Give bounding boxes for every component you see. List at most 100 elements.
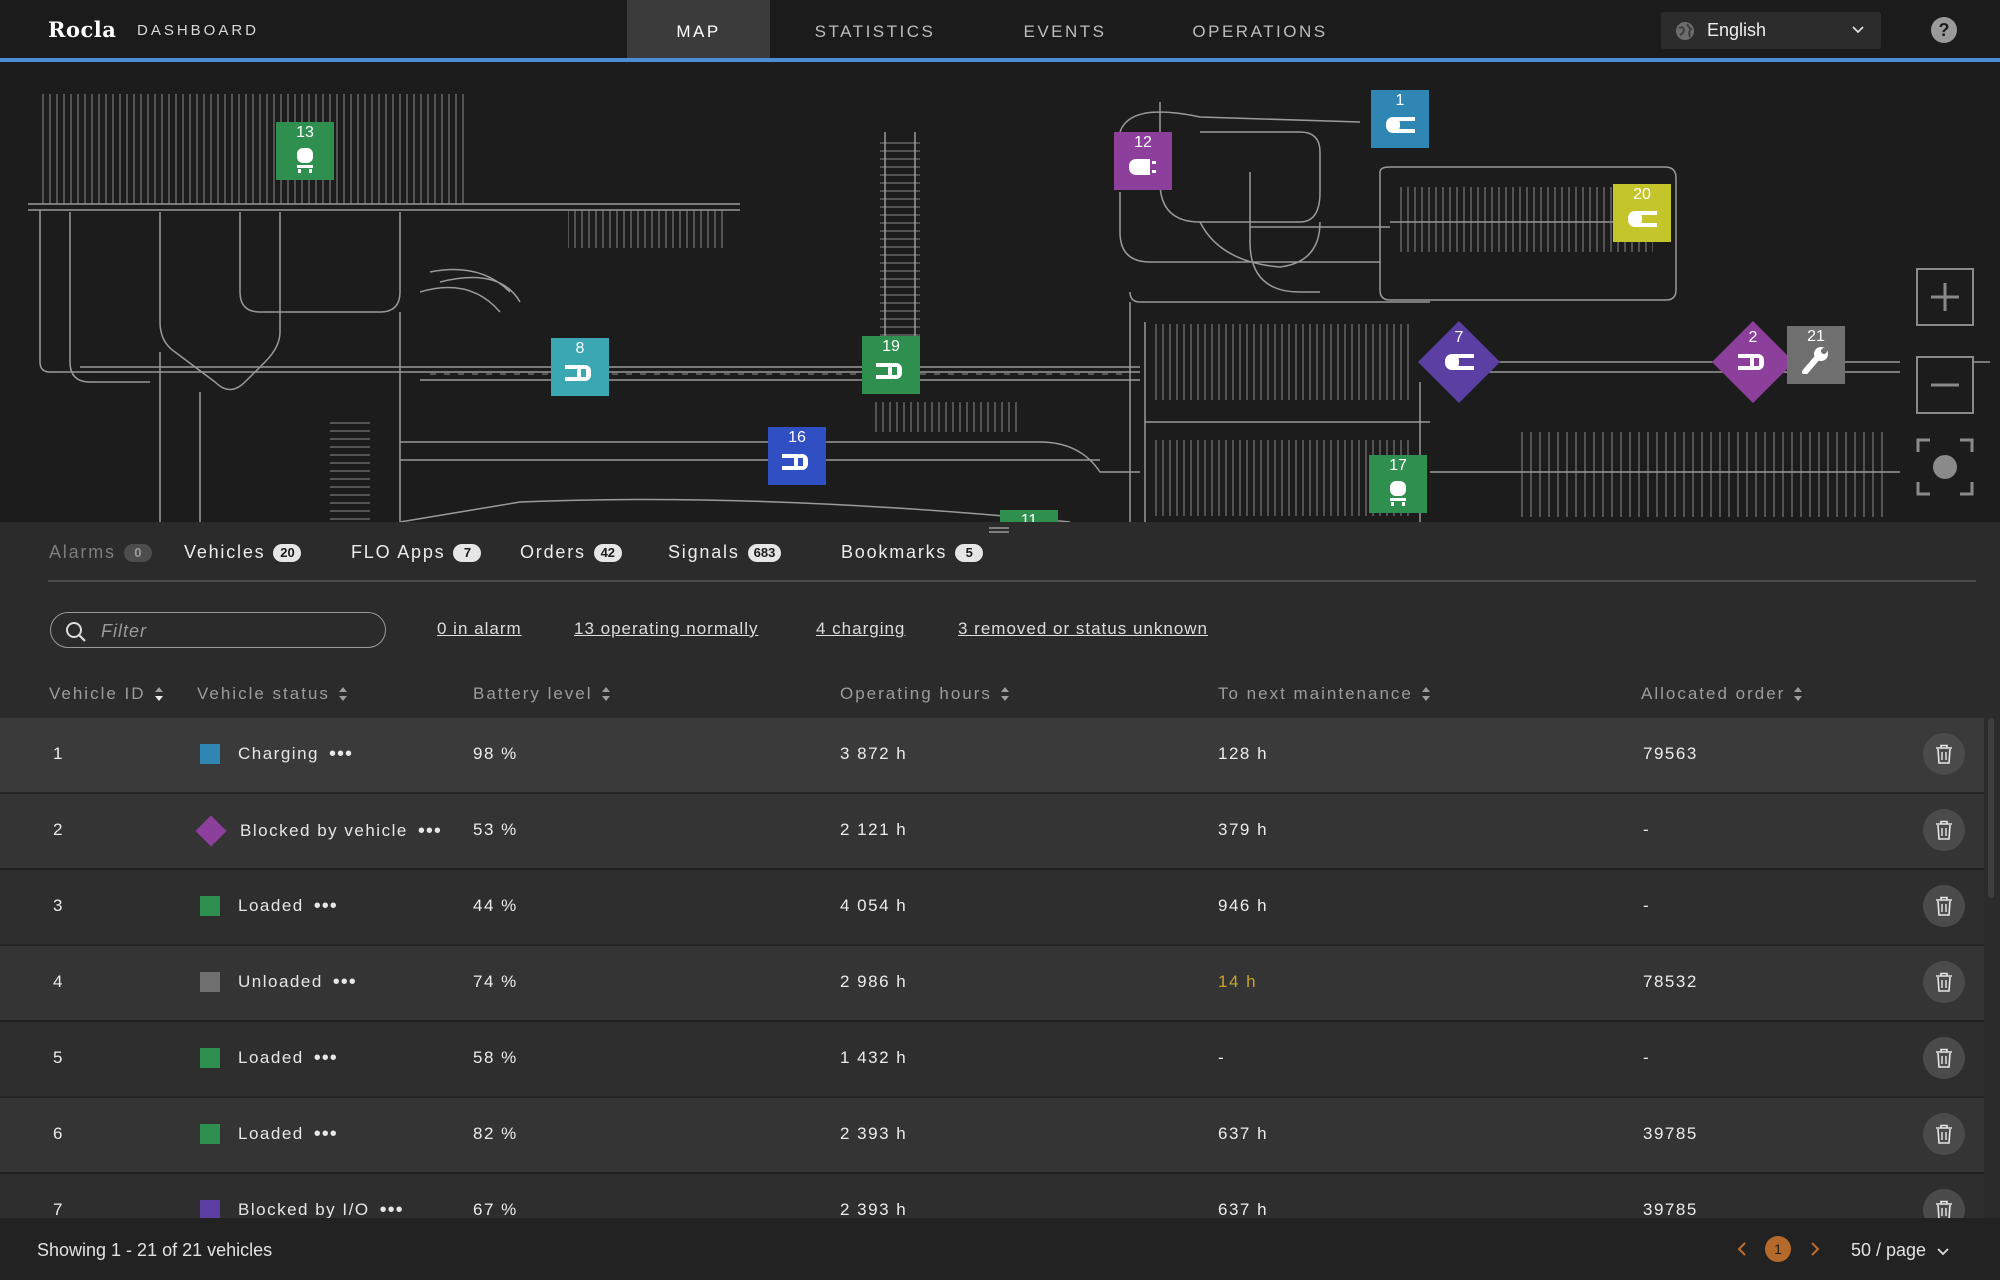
header-battery-level[interactable]: Battery level — [473, 684, 611, 704]
header-label: Vehicle status — [197, 684, 330, 703]
cell-allocated-order: 39785 — [1643, 1124, 1698, 1143]
map-vehicle-1[interactable]: 1 — [1371, 90, 1429, 148]
status-swatch — [200, 1048, 220, 1068]
table-row[interactable]: 6 Loaded ••• 82 % 2 393 h 637 h 39785 — [0, 1098, 1984, 1174]
chevron-right-icon[interactable] — [1809, 1241, 1821, 1257]
tab-map[interactable]: MAP — [627, 0, 770, 58]
tab-alarms[interactable]: Alarms 0 — [49, 542, 152, 563]
help-button[interactable]: ? — [1931, 17, 1957, 43]
cell-next-maintenance: - — [1218, 1048, 1226, 1067]
rocla-logo[interactable]: Rocla — [48, 17, 116, 42]
cell-vehicle-status: Charging ••• — [200, 744, 353, 764]
table-row[interactable]: 4 Unloaded ••• 74 % 2 986 h 14 h 78532 — [0, 946, 1984, 1022]
tab-operations[interactable]: OPERATIONS — [1150, 0, 1370, 58]
zoom-in-button[interactable] — [1916, 268, 1974, 326]
vehicle-number: 8 — [575, 340, 585, 357]
delete-button[interactable] — [1923, 961, 1965, 1003]
status-label: Loaded — [238, 1124, 304, 1143]
map-vehicle-16[interactable]: 16 — [768, 427, 826, 485]
map-vehicle-13[interactable]: 13 — [276, 122, 334, 180]
status-swatch — [200, 1200, 220, 1220]
more-dots-icon[interactable]: ••• — [333, 972, 357, 992]
cell-next-maintenance: 637 h — [1218, 1124, 1269, 1143]
table-row[interactable]: 5 Loaded ••• 58 % 1 432 h - - — [0, 1022, 1984, 1098]
tab-statistics[interactable]: STATISTICS — [770, 0, 980, 58]
cell-operating-hours: 2 121 h — [840, 820, 908, 839]
tab-orders[interactable]: Orders 42 — [520, 542, 622, 563]
more-dots-icon[interactable]: ••• — [314, 896, 338, 916]
more-dots-icon[interactable]: ••• — [314, 1124, 338, 1144]
globe-icon — [1676, 21, 1694, 40]
map-vehicle-11[interactable]: 11 — [1000, 510, 1058, 522]
map-vehicle-7[interactable]: 7 — [1430, 329, 1488, 391]
cell-battery-level: 67 % — [473, 1200, 518, 1219]
table-row[interactable]: 3 Loaded ••• 44 % 4 054 h 946 h - — [0, 870, 1984, 946]
more-dots-icon[interactable]: ••• — [314, 1048, 338, 1068]
count-badge: 5 — [955, 543, 984, 562]
table-row[interactable]: 7 Blocked by I/O ••• 67 % 2 393 h 637 h 39785 — [0, 1174, 1984, 1220]
more-dots-icon[interactable]: ••• — [380, 1200, 404, 1220]
delete-button[interactable] — [1923, 733, 1965, 775]
tab-signals[interactable]: Signals 683 — [668, 542, 782, 563]
vehicle-number: 2 — [1748, 329, 1758, 346]
header-vehicle-id[interactable]: Vehicle ID — [49, 684, 164, 704]
zoom-out-button[interactable] — [1916, 356, 1974, 414]
per-page-label: 50 / page — [1851, 1240, 1927, 1260]
vehicle-left-icon — [1628, 211, 1657, 227]
cell-battery-level: 53 % — [473, 820, 518, 839]
map-vehicle-2[interactable]: 2 — [1724, 329, 1782, 391]
filter-link-operating[interactable]: 13 operating normally — [574, 619, 758, 639]
vehicle-number: 1 — [1395, 92, 1405, 109]
map-vehicle-19[interactable]: 19 — [862, 336, 920, 394]
tab-vehicles[interactable]: Vehicles 20 — [184, 542, 302, 563]
map-vehicle-21[interactable]: 21 — [1787, 326, 1845, 384]
header-vehicle-status[interactable]: Vehicle status — [197, 684, 348, 704]
more-dots-icon[interactable]: ••• — [418, 821, 442, 841]
cell-vehicle-id: 6 — [53, 1124, 64, 1143]
status-label: Unloaded — [238, 972, 323, 991]
cell-battery-level: 44 % — [473, 896, 518, 915]
filter-input[interactable] — [99, 619, 373, 643]
locate-icon — [1916, 438, 1974, 496]
more-dots-icon[interactable]: ••• — [329, 744, 353, 764]
language-select[interactable]: English — [1661, 12, 1881, 49]
map-vehicle-8[interactable]: 8 — [551, 338, 609, 396]
cell-allocated-order: - — [1643, 896, 1651, 915]
filter-field[interactable] — [50, 612, 386, 648]
tab-bookmarks[interactable]: Bookmarks 5 — [841, 542, 984, 563]
header-allocated-order[interactable]: Allocated order — [1641, 684, 1803, 704]
locate-button[interactable] — [1916, 438, 1974, 496]
header-next-maintenance[interactable]: To next maintenance — [1218, 684, 1431, 704]
header-label: Operating hours — [840, 684, 992, 703]
filter-link-charging[interactable]: 4 charging — [816, 619, 905, 639]
filter-link-removed[interactable]: 3 removed or status unknown — [958, 619, 1208, 639]
delete-button[interactable] — [1923, 809, 1965, 851]
cell-allocated-order: - — [1643, 820, 1651, 839]
cell-vehicle-id: 2 — [53, 820, 64, 839]
sort-icon — [1000, 687, 1009, 701]
map-vehicle-20[interactable]: 20 — [1613, 184, 1671, 242]
chevron-left-icon[interactable] — [1736, 1241, 1748, 1257]
page-button-current[interactable]: 1 — [1765, 1236, 1791, 1262]
facility-map[interactable]: 13 1 12 20 8 19 16 7 2 21 17 11 — [0, 62, 2000, 522]
minus-icon — [1931, 383, 1959, 387]
map-vehicle-12[interactable]: 12 — [1114, 132, 1172, 190]
table-row[interactable]: 1 Charging ••• 98 % 3 872 h 128 h 79563 — [0, 718, 1984, 794]
delete-button[interactable] — [1923, 1113, 1965, 1155]
map-vehicle-17[interactable]: 17 — [1369, 455, 1427, 513]
vehicle-left-icon — [1129, 159, 1156, 175]
table-row[interactable]: 2 Blocked by vehicle ••• 53 % 2 121 h 379 h - — [0, 794, 1984, 870]
table-scrollbar[interactable] — [1988, 718, 1994, 898]
tab-events[interactable]: EVENTS — [980, 0, 1150, 58]
tab-flo-apps[interactable]: FLO Apps 7 — [351, 542, 482, 563]
header-operating-hours[interactable]: Operating hours — [840, 684, 1010, 704]
panel-resize-handle[interactable] — [988, 526, 1010, 534]
per-page-select[interactable]: 50 / page — [1851, 1240, 1949, 1261]
delete-button[interactable] — [1923, 885, 1965, 927]
forklift-front-icon — [297, 148, 313, 173]
delete-button[interactable] — [1923, 1189, 1965, 1220]
vehicle-number: 13 — [296, 124, 314, 141]
vehicle-right-icon — [1738, 354, 1764, 370]
delete-button[interactable] — [1923, 1037, 1965, 1079]
filter-link-alarm[interactable]: 0 in alarm — [437, 619, 522, 639]
